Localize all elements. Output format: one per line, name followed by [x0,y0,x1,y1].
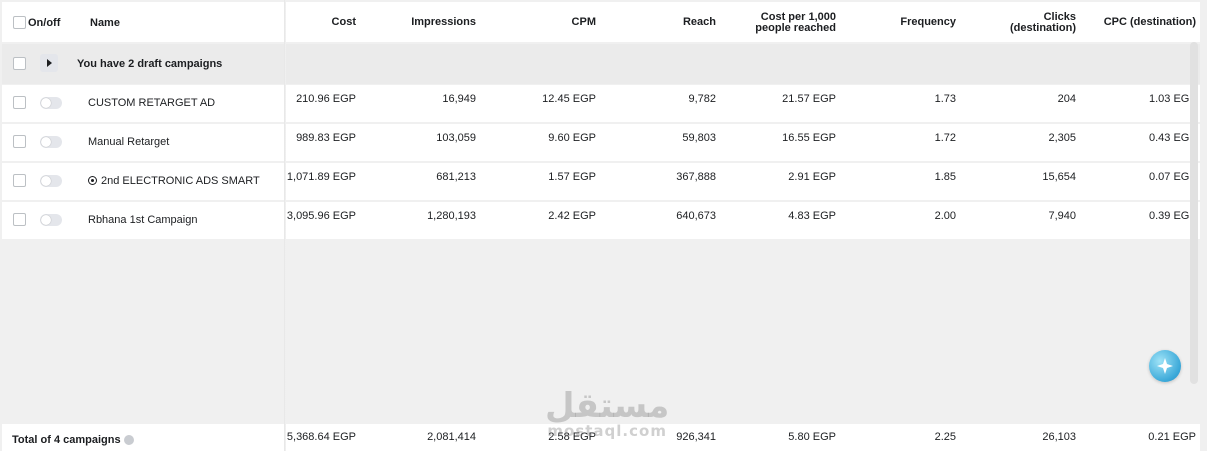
cost-cell: 3,095.96 EGP [286,210,356,222]
reach-cell: 59,803 [682,132,716,144]
cpm-cell: 12.45 EGP [542,93,596,105]
cpc-cell: 1.03 EG [1149,93,1190,105]
table-row[interactable]: 210.96 EGP 16,949 12.45 EGP 9,782 21.57 … [286,85,1200,122]
draft-row-metrics [286,44,1200,84]
impressions-cell: 1,280,193 [427,210,476,222]
total-cpc: 0.21 EGP [1148,431,1196,443]
campaign-toggle[interactable] [40,175,62,187]
total-impressions: 2,081,414 [427,431,476,443]
draft-campaigns-row[interactable]: You have 2 draft campaigns [2,44,284,84]
cost-cell: 1,071.89 EGP [286,171,356,183]
total-clicks: 26,103 [1042,431,1076,443]
clicks-cell: 204 [1057,93,1076,105]
totals-label: Total of 4 campaigns [12,434,121,446]
table-row[interactable]: 989.83 EGP 103,059 9.60 EGP 59,803 16.55… [286,124,1200,161]
watermark: مستقل mostaql.com [545,388,669,439]
cpc-cell: 0.43 EG [1149,132,1190,144]
cost-per-1000-cell: 4.83 EGP [788,210,836,222]
caret-right-icon [47,59,52,67]
draft-checkbox[interactable] [13,57,26,70]
sparkle-icon [1157,358,1173,374]
campaigns-table: On/off Name You have 2 draft campaigns C… [0,0,1207,451]
clicks-cell: 7,940 [1048,210,1076,222]
row-checkbox[interactable] [13,174,26,187]
table-row[interactable]: 2nd ELECTRONIC ADS SMART [2,163,284,200]
watermark-logo: مستقل [545,386,670,426]
table-row[interactable]: 3,095.96 EGP 1,280,193 2.42 EGP 640,673 … [286,202,1200,239]
header-row-left: On/off Name [2,2,284,42]
table-row[interactable]: Rbhana 1st Campaign [2,202,284,239]
cpc-header[interactable]: CPC (destination) [1104,17,1196,28]
assistant-button[interactable] [1149,350,1181,382]
cost-cell: 210.96 EGP [296,93,356,105]
info-icon[interactable] [123,435,134,446]
reach-header[interactable]: Reach [683,17,716,28]
cpc-cell: 0.39 EG [1149,210,1190,222]
reach-cell: 640,673 [676,210,716,222]
impressions-cell: 103,059 [436,132,476,144]
cpm-header[interactable]: CPM [572,17,596,28]
row-checkbox[interactable] [13,96,26,109]
clicks-cell: 15,654 [1042,171,1076,183]
metrics-panel: Cost Impressions CPM Reach Cost per 1,00… [286,0,1200,451]
table-row[interactable]: CUSTOM RETARGET AD [2,85,284,122]
clicks-header[interactable]: Clicks (destination) [1010,12,1076,34]
frequency-cell: 1.85 [934,171,956,183]
cost-per-1000-header[interactable]: Cost per 1,000 people reached [755,12,836,34]
cost-per-1000-cell: 16.55 EGP [782,132,836,144]
row-checkbox[interactable] [13,135,26,148]
header-row-right: Cost Impressions CPM Reach Cost per 1,00… [286,2,1200,42]
impressions-cell: 681,213 [436,171,476,183]
reach-cell: 9,782 [688,93,716,105]
campaign-name[interactable]: CUSTOM RETARGET AD [88,97,215,109]
campaign-name-cell[interactable]: 2nd ELECTRONIC ADS SMART [88,175,260,187]
name-column-panel: On/off Name You have 2 draft campaigns C… [0,0,284,451]
campaign-toggle[interactable] [40,214,62,226]
cpc-cell: 0.07 EG [1149,171,1190,183]
cpm-cell: 1.57 EGP [548,171,596,183]
total-reach: 926,341 [676,431,716,443]
table-row[interactable]: Manual Retarget [2,124,284,161]
campaign-name[interactable]: Manual Retarget [88,136,169,148]
select-all-checkbox[interactable] [13,16,26,29]
campaign-toggle[interactable] [40,97,62,109]
campaign-toggle[interactable] [40,136,62,148]
totals-row-left: Total of 4 campaigns [2,424,284,451]
campaign-name: 2nd ELECTRONIC ADS SMART [101,175,260,187]
cpm-cell: 2.42 EGP [548,210,596,222]
cost-cell: 989.83 EGP [296,132,356,144]
impressions-cell: 16,949 [442,93,476,105]
campaign-name[interactable]: Rbhana 1st Campaign [88,214,197,226]
totals-label-cell: Total of 4 campaigns [12,434,134,446]
table-row[interactable]: 1,071.89 EGP 681,213 1.57 EGP 367,888 2.… [286,163,1200,200]
impressions-header[interactable]: Impressions [411,17,476,28]
cost-header[interactable]: Cost [332,17,356,28]
frequency-cell: 1.72 [934,132,956,144]
reach-cell: 367,888 [676,171,716,183]
total-frequency: 2.25 [934,431,956,443]
total-cost-per-1000: 5.80 EGP [788,431,836,443]
cost-per-1000-cell: 21.57 EGP [782,93,836,105]
frequency-header[interactable]: Frequency [900,17,956,28]
row-checkbox[interactable] [13,213,26,226]
draft-label: You have 2 draft campaigns [77,58,223,70]
total-cost: 5,368.64 EGP [286,431,356,443]
frequency-cell: 1.73 [934,93,956,105]
cost-per-1000-header-line2: people reached [755,22,836,34]
name-header[interactable]: Name [90,17,120,29]
onoff-header[interactable]: On/off [28,17,60,29]
clicks-header-line2: (destination) [1010,22,1076,34]
totals-row: 5,368.64 EGP 2,081,414 2.58 EGP 926,341 … [286,424,1200,451]
cost-per-1000-cell: 2.91 EGP [788,171,836,183]
clicks-cell: 2,305 [1048,132,1076,144]
cpm-cell: 9.60 EGP [548,132,596,144]
radio-icon [88,176,97,185]
vertical-scrollbar[interactable] [1190,42,1198,384]
expand-drafts-button[interactable] [40,54,58,72]
frequency-cell: 2.00 [934,210,956,222]
watermark-url: mostaql.com [547,422,667,440]
